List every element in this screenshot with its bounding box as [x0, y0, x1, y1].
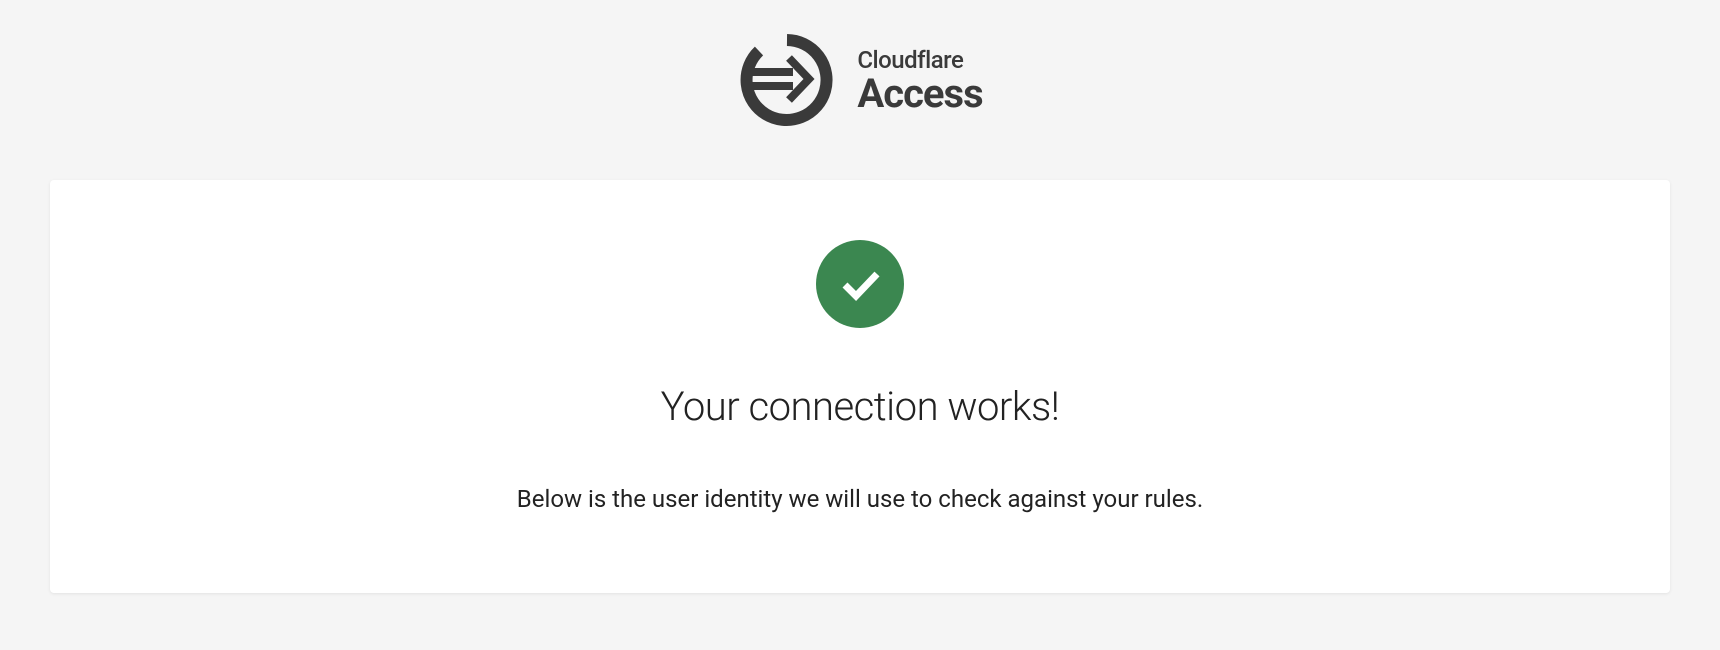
- success-checkmark-icon: [816, 240, 904, 328]
- status-card: Your connection works! Below is the user…: [50, 180, 1670, 593]
- status-subheading: Below is the user identity we will use t…: [517, 485, 1203, 513]
- page-header: Cloudflare Access: [0, 0, 1720, 180]
- status-heading: Your connection works!: [661, 383, 1060, 430]
- logo-product-text: Access: [857, 74, 982, 114]
- logo-text: Cloudflare Access: [857, 46, 982, 114]
- logo-container: Cloudflare Access: [737, 30, 982, 130]
- cloudflare-access-logo-icon: [737, 30, 837, 130]
